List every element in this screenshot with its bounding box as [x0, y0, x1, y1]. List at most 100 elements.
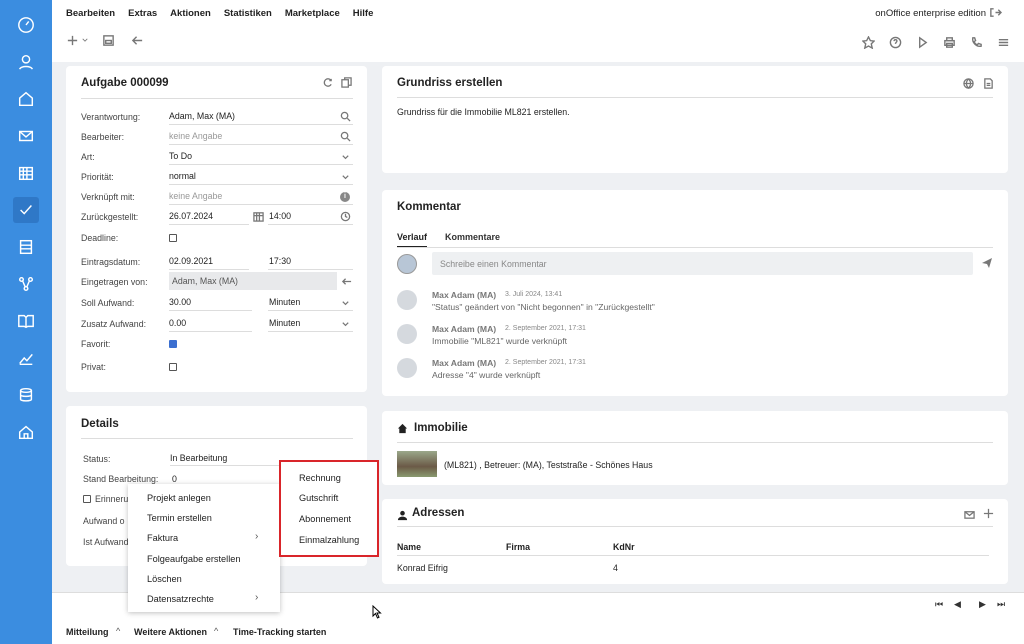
statistics-icon[interactable] — [13, 345, 39, 371]
zusatz-field[interactable]: 0.00 — [169, 314, 252, 332]
menu-item-abonnement[interactable]: Abonnement — [299, 514, 351, 524]
refresh-icon[interactable] — [322, 77, 333, 88]
previous-page-icon[interactable]: ◀ — [954, 599, 961, 610]
play-icon[interactable] — [916, 36, 929, 49]
chevron-down-icon[interactable] — [341, 320, 350, 329]
document-icon[interactable] — [983, 78, 994, 89]
row-favorit: Favorit: — [81, 334, 353, 354]
logo-icon[interactable] — [13, 12, 39, 38]
search-icon[interactable] — [340, 111, 351, 122]
next-page-icon[interactable]: ▶ — [979, 599, 986, 610]
star-icon[interactable] — [862, 36, 875, 49]
zurueck-date-field[interactable]: 26.07.2024 — [169, 207, 249, 225]
menu-marketplace[interactable]: Marketplace — [285, 8, 340, 19]
prioritaet-select[interactable]: normal — [169, 167, 353, 185]
label-zurueckgestellt: Zurückgestellt: — [81, 212, 139, 222]
favorit-checkbox[interactable] — [169, 340, 177, 348]
property-thumbnail[interactable] — [397, 451, 437, 477]
help-icon[interactable] — [889, 36, 902, 49]
sidebar — [0, 0, 52, 644]
menu-item-rechnung[interactable]: Rechnung — [299, 473, 341, 483]
immobilie-link[interactable]: (ML821) , Betreuer: (MA), Teststraße - S… — [444, 460, 653, 470]
comment-date: 3. Juli 2024, 13:41 — [505, 291, 563, 298]
avatar — [397, 254, 417, 274]
last-page-icon[interactable]: ⏭ — [997, 599, 1005, 610]
comment-input[interactable]: Schreibe einen Kommentar — [432, 252, 973, 275]
hamburger-menu-icon[interactable] — [997, 36, 1010, 49]
label-aufwand: Aufwand o — [83, 516, 125, 526]
undo-icon[interactable] — [341, 276, 352, 287]
chevron-down-icon[interactable] — [341, 173, 350, 182]
privat-checkbox[interactable] — [169, 363, 177, 371]
column-header-firma[interactable]: Firma — [506, 542, 530, 552]
send-icon[interactable] — [981, 257, 993, 269]
back-arrow-icon[interactable] — [131, 34, 144, 47]
user-icon[interactable] — [13, 49, 39, 75]
search-icon[interactable] — [340, 131, 351, 142]
network-icon[interactable] — [13, 271, 39, 297]
book-icon[interactable] — [13, 308, 39, 334]
time-tracking-button[interactable]: Time-Tracking starten — [233, 627, 326, 637]
avatar — [397, 324, 417, 344]
home-icon[interactable] — [13, 86, 39, 112]
print-icon[interactable] — [943, 36, 956, 49]
bearbeiter-field[interactable]: keine Angabe — [169, 127, 353, 145]
menu-statistiken[interactable]: Statistiken — [224, 8, 272, 19]
chevron-up-icon[interactable]: ^ — [116, 626, 120, 636]
deadline-checkbox[interactable] — [169, 234, 177, 242]
globe-icon[interactable] — [963, 78, 974, 89]
menu-bearbeiten[interactable]: Bearbeiten — [66, 8, 115, 19]
erinnerung-checkbox[interactable] — [83, 495, 91, 503]
mail-icon[interactable] — [964, 509, 975, 520]
menu-aktionen[interactable]: Aktionen — [170, 8, 211, 19]
row-eingetragen: Eingetragen von: Adam, Max (MA) — [81, 272, 353, 292]
database-icon[interactable] — [13, 382, 39, 408]
mitteilung-button[interactable]: Mitteilung — [66, 627, 109, 637]
menu-item-loeschen[interactable]: Löschen — [147, 574, 182, 584]
menu-hilfe[interactable]: Hilfe — [353, 8, 374, 19]
property-icon[interactable] — [13, 419, 39, 445]
stand-value[interactable]: 0 — [172, 474, 177, 484]
info-icon[interactable]: i — [340, 192, 350, 202]
save-icon[interactable] — [102, 34, 115, 47]
verknuepft-field[interactable]: keine Angabe — [169, 187, 353, 205]
first-page-icon[interactable]: ⏮ — [935, 599, 943, 610]
menu-item-projekt-anlegen[interactable]: Projekt anlegen — [147, 493, 211, 503]
immobilie-title: Immobilie — [414, 422, 468, 434]
copy-icon[interactable] — [341, 77, 352, 88]
chevron-up-icon[interactable]: ^ — [214, 626, 218, 636]
menu-item-datensatzrechte[interactable]: Datensatzrechte — [147, 594, 214, 604]
chevron-down-icon[interactable] — [341, 299, 350, 308]
soll-field[interactable]: 30.00 — [169, 293, 252, 311]
clock-icon[interactable] — [340, 211, 351, 222]
menu-extras[interactable]: Extras — [128, 8, 157, 19]
add-icon[interactable] — [983, 508, 994, 519]
chevron-down-icon[interactable] — [341, 153, 350, 162]
calendar-icon[interactable] — [13, 160, 39, 186]
files-icon[interactable] — [13, 234, 39, 260]
menu-item-faktura[interactable]: Faktura — [147, 533, 178, 543]
menu-item-einmalzahlung[interactable]: Einmalzahlung — [299, 535, 359, 545]
verantwortung-field[interactable]: Adam, Max (MA) — [169, 107, 353, 125]
menu-item-gutschrift[interactable]: Gutschrift — [299, 493, 338, 503]
phone-icon[interactable] — [970, 36, 983, 49]
menu-item-folgeaufgabe[interactable]: Folgeaufgabe erstellen — [147, 554, 240, 564]
grundriss-textarea[interactable]: Grundriss für die Immobilie ML821 erstel… — [397, 99, 993, 157]
column-header-kdnr[interactable]: KdNr — [613, 542, 635, 552]
chevron-down-icon[interactable] — [81, 36, 89, 44]
tab-verlauf[interactable]: Verlauf — [397, 232, 428, 248]
address-name[interactable]: Konrad Eifrig — [397, 563, 448, 573]
art-select[interactable]: To Do — [169, 147, 353, 165]
comment-text: Adresse "4" wurde verknüpft — [432, 370, 541, 380]
add-icon[interactable] — [66, 34, 79, 47]
calendar-icon[interactable] — [253, 211, 264, 222]
eintrag-date: 02.09.2021 — [169, 252, 249, 270]
menu-item-termin-erstellen[interactable]: Termin erstellen — [147, 513, 212, 523]
context-menu: Projekt anlegen Termin erstellen Faktura… — [128, 484, 280, 612]
weitere-aktionen-button[interactable]: Weitere Aktionen — [134, 627, 207, 637]
tab-kommentare[interactable]: Kommentare — [445, 232, 500, 242]
tasks-icon[interactable] — [13, 197, 39, 223]
column-header-name[interactable]: Name — [397, 542, 421, 552]
mail-icon[interactable] — [13, 123, 39, 149]
logout-icon[interactable] — [989, 6, 1002, 19]
